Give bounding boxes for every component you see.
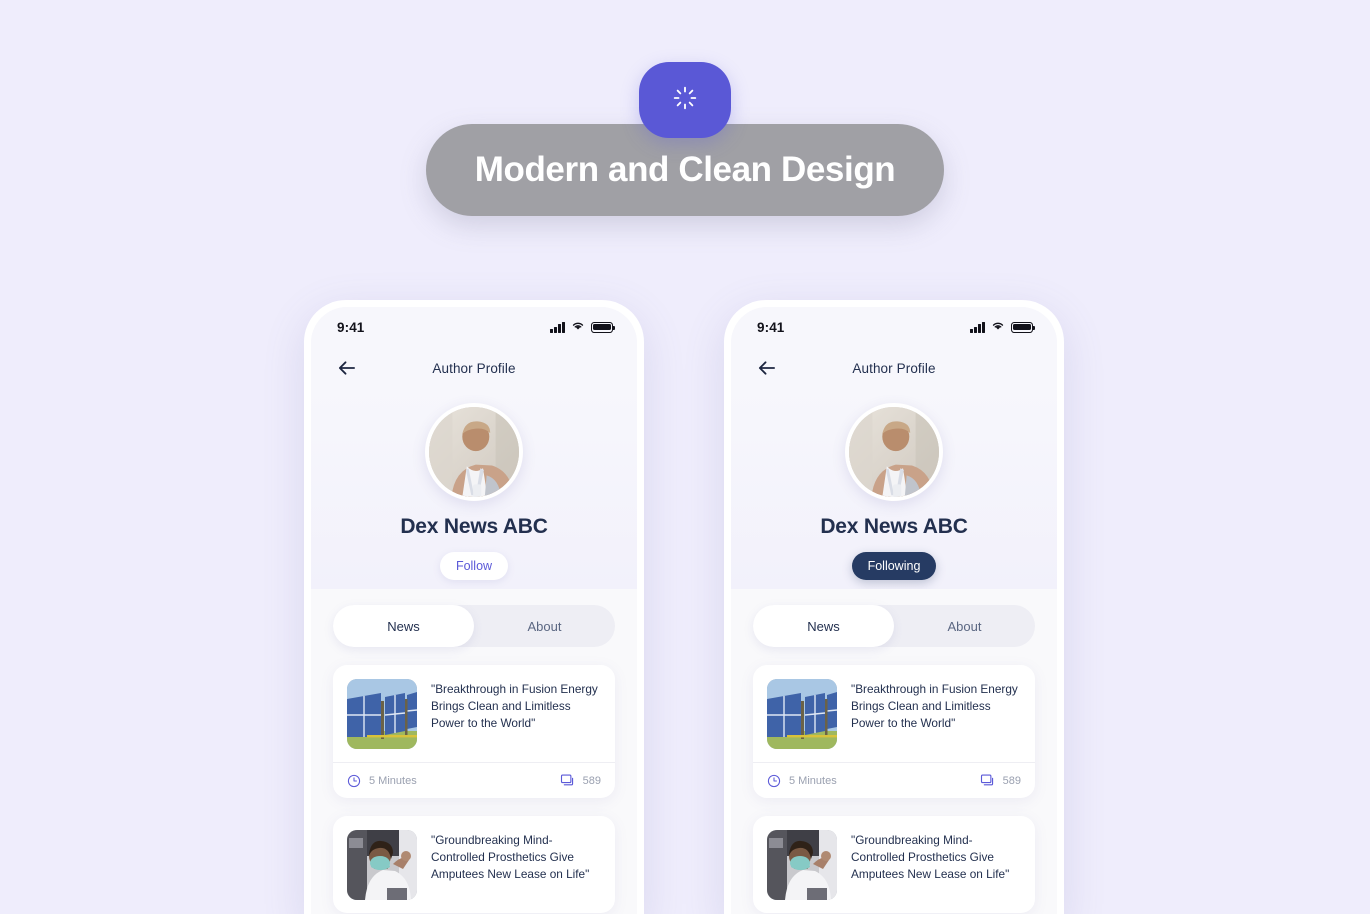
tab-about[interactable]: About [894,605,1035,647]
news-card-body: "Breakthrough in Fusion Energy Brings Cl… [753,665,1035,762]
comments-meta: 589 [980,773,1021,788]
comments-count: 589 [1002,774,1021,787]
read-time-meta: 5 Minutes [767,774,837,788]
content-area: News About "Breakthrough in Fusion Energ… [731,589,1057,914]
news-headline: "Groundbreaking Mind-Controlled Prosthet… [851,833,1010,881]
comments-meta: 589 [560,773,601,788]
news-card[interactable]: "Breakthrough in Fusion Energy Brings Cl… [753,665,1035,798]
tab-bar: News About [753,605,1035,647]
clock-icon [767,774,781,788]
comment-icon [560,773,575,788]
back-arrow-icon[interactable] [753,355,779,381]
news-card-body: "Groundbreaking Mind-Controlled Prosthet… [333,816,615,913]
banner-title: Modern and Clean Design [474,150,896,189]
wifi-icon [991,318,1005,336]
status-icons [970,318,1036,336]
page-title: Author Profile [432,360,516,376]
battery-icon [1011,321,1036,333]
tab-news[interactable]: News [753,605,894,647]
news-headline: "Groundbreaking Mind-Controlled Prosthet… [431,833,590,881]
status-icons [550,318,616,336]
news-card-footer: 5 Minutes 589 [753,762,1035,798]
battery-icon [591,321,616,333]
nav-header: Author Profile [731,347,1057,389]
avatar [425,403,523,501]
status-time: 9:41 [757,319,785,335]
tab-news[interactable]: News [333,605,474,647]
tab-bar: News About [333,605,615,647]
comment-icon [980,773,995,788]
cellular-signal-icon [550,321,565,333]
comments-count: 589 [582,774,601,787]
profile-section: Dex News ABC Follow [311,389,637,589]
follow-button[interactable]: Follow [439,552,509,580]
news-card[interactable]: "Groundbreaking Mind-Controlled Prosthet… [333,816,615,913]
avatar [845,403,943,501]
back-arrow-icon[interactable] [333,355,359,381]
page-root: Modern and Clean Design 9:41 Author Prof… [0,0,1370,914]
news-card-body: "Breakthrough in Fusion Energy Brings Cl… [333,665,615,762]
loading-spinner-icon [672,85,698,116]
profile-name: Dex News ABC [400,515,548,538]
status-bar: 9:41 [731,307,1057,347]
lab-researcher-image [347,830,417,900]
news-card-body: "Groundbreaking Mind-Controlled Prosthet… [753,816,1035,913]
profile-name: Dex News ABC [820,515,968,538]
page-title: Author Profile [852,360,936,376]
news-card[interactable]: "Breakthrough in Fusion Energy Brings Cl… [333,665,615,798]
read-time-text: 5 Minutes [789,774,837,787]
profile-section: Dex News ABC Following [731,389,1057,589]
phone-screen: 9:41 [311,307,637,914]
solar-panels-image [347,679,417,749]
phone-screen: 9:41 [731,307,1057,914]
lab-researcher-image [767,830,837,900]
phone-mockup-right: 9:41 Author Profile Dex News ABC Followi… [724,300,1064,914]
news-card[interactable]: "Groundbreaking Mind-Controlled Prosthet… [753,816,1035,913]
following-button[interactable]: Following [851,552,937,580]
banner-badge [639,62,731,138]
clock-icon [347,774,361,788]
read-time-meta: 5 Minutes [347,774,417,788]
read-time-text: 5 Minutes [369,774,417,787]
news-headline: "Breakthrough in Fusion Energy Brings Cl… [431,682,598,730]
status-bar: 9:41 [311,307,637,347]
content-area: News About "Breakthrough in Fusion Energ… [311,589,637,914]
news-card-footer: 5 Minutes 589 [333,762,615,798]
status-time: 9:41 [337,319,365,335]
nav-header: Author Profile [311,347,637,389]
banner: Modern and Clean Design [0,62,1370,216]
news-headline: "Breakthrough in Fusion Energy Brings Cl… [851,682,1018,730]
tab-about[interactable]: About [474,605,615,647]
cellular-signal-icon [970,321,985,333]
phone-mockup-left: 9:41 Author Profile Dex News ABC Follow … [304,300,644,914]
wifi-icon [571,318,585,336]
solar-panels-image [767,679,837,749]
